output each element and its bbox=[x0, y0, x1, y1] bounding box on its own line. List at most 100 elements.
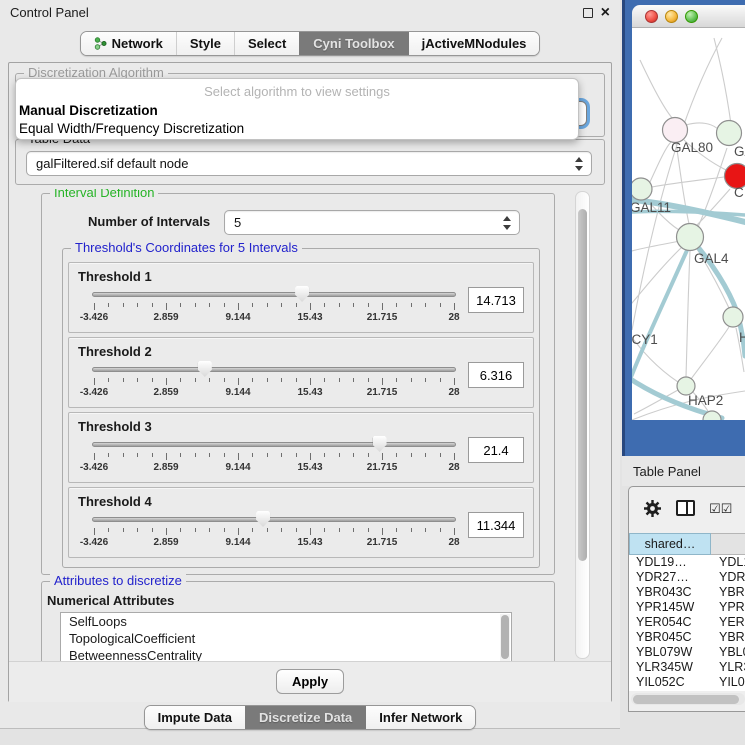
tab-cyni-toolbox[interactable]: Cyni Toolbox bbox=[299, 32, 407, 55]
tab-infer-network[interactable]: Infer Network bbox=[365, 706, 475, 729]
table-horizontal-scrollbar[interactable] bbox=[631, 693, 745, 705]
minimize-traffic-light-icon[interactable] bbox=[665, 10, 678, 23]
scrollbar-thumb[interactable] bbox=[501, 615, 509, 659]
slider-track[interactable] bbox=[92, 442, 456, 447]
table-cell: YDR2 bbox=[711, 570, 745, 585]
threshold-2-slider[interactable]: -3.4262.8599.14415.4321.71528 bbox=[92, 360, 456, 400]
tick-label: 28 bbox=[448, 537, 459, 548]
scrollbar-thumb[interactable] bbox=[633, 695, 739, 704]
column-header-shared-name[interactable]: shared… bbox=[629, 533, 711, 555]
tick-label: -3.426 bbox=[80, 537, 108, 548]
scrollbar-thumb[interactable] bbox=[578, 209, 587, 561]
slider-ticks bbox=[94, 453, 454, 461]
node-gal11[interactable] bbox=[632, 178, 652, 200]
node-ga[interactable] bbox=[717, 121, 742, 146]
table-row[interactable]: YBR045CYBR0 bbox=[629, 630, 745, 645]
tab-impute-data[interactable]: Impute Data bbox=[145, 706, 245, 729]
threshold-3-value-field[interactable] bbox=[468, 437, 524, 463]
dropdown-prompt: Select algorithm to view settings bbox=[16, 82, 578, 102]
threshold-3-slider[interactable]: -3.4262.8599.14415.4321.71528 bbox=[92, 435, 456, 475]
gear-icon[interactable] bbox=[643, 499, 662, 518]
threshold-1-slider[interactable]: -3.4262.8599.14415.4321.71528 bbox=[92, 285, 456, 325]
node-gal80[interactable] bbox=[663, 118, 688, 143]
slider-track[interactable] bbox=[92, 517, 456, 522]
tab-style[interactable]: Style bbox=[176, 32, 234, 55]
table-cell: YDL19… bbox=[629, 555, 711, 570]
slider-ticks bbox=[94, 528, 454, 536]
num-intervals-combobox[interactable]: 5 bbox=[224, 210, 520, 235]
table-row[interactable]: YIL052CYIL0 bbox=[629, 675, 745, 690]
stepper-icon bbox=[503, 216, 512, 230]
node-h[interactable] bbox=[723, 307, 743, 327]
list-item[interactable]: SelfLoops bbox=[61, 613, 511, 630]
table-row[interactable]: YER054CYER0 bbox=[629, 615, 745, 630]
float-window-icon[interactable] bbox=[583, 8, 593, 18]
dropdown-option-manual-discretization[interactable]: Manual Discretization bbox=[16, 102, 578, 120]
table-row[interactable]: YDR27…YDR2 bbox=[629, 570, 745, 585]
tab-discretize-data[interactable]: Discretize Data bbox=[245, 706, 365, 729]
top-tab-bar: Network Style Select Cyni Toolbox jActiv… bbox=[0, 31, 620, 56]
close-traffic-light-icon[interactable] bbox=[645, 10, 658, 23]
bottom-tab-bar: Impute Data Discretize Data Infer Networ… bbox=[0, 705, 620, 730]
network-canvas[interactable]: GAL80 GA C GAL11 GAL4 GCY1 H HAP2 bbox=[632, 28, 745, 420]
table-cell: YDL1 bbox=[711, 555, 745, 570]
table-data-group: Table Data galFiltered.sif default node bbox=[15, 139, 605, 185]
table-row[interactable]: YBL079WYBL0 bbox=[629, 645, 745, 660]
threshold-1-panel: Threshold 1 -3.4262.8599.14415.4321.7152… bbox=[68, 262, 534, 333]
slider-thumb[interactable] bbox=[198, 361, 212, 377]
table-cell: YBL0 bbox=[711, 645, 745, 660]
list-item[interactable]: BetweennessCentrality bbox=[61, 647, 511, 661]
threshold-2-panel: Threshold 2 -3.4262.8599.14415.4321.7152… bbox=[68, 337, 534, 408]
tick-label: 2.859 bbox=[153, 312, 178, 323]
tab-jactivemnodules[interactable]: jActiveMNodules bbox=[408, 32, 540, 55]
list-scrollbar[interactable] bbox=[500, 614, 510, 661]
tick-label: 2.859 bbox=[153, 462, 178, 473]
table-row[interactable]: YBR043CYBR0 bbox=[629, 585, 745, 600]
slider-thumb[interactable] bbox=[256, 511, 270, 527]
threshold-label: Threshold 3 bbox=[69, 413, 533, 435]
select-all-checks-icon[interactable]: ☑☑ bbox=[709, 502, 732, 515]
slider-thumb[interactable] bbox=[295, 286, 309, 302]
threshold-label: Threshold 2 bbox=[69, 338, 533, 360]
thresholds-group: Threshold's Coordinates for 5 Intervals … bbox=[62, 248, 540, 568]
columns-icon[interactable] bbox=[676, 500, 695, 516]
network-nodes bbox=[632, 118, 745, 421]
table-row[interactable]: YLR345WYLR3 bbox=[629, 660, 745, 675]
tick-label: 2.859 bbox=[153, 387, 178, 398]
table-row[interactable]: YPR145WYPR1 bbox=[629, 600, 745, 615]
threshold-1-value-field[interactable] bbox=[468, 287, 524, 313]
panel-scrollbar[interactable] bbox=[575, 191, 590, 659]
tab-label: Cyni Toolbox bbox=[313, 36, 394, 51]
tab-network[interactable]: Network bbox=[81, 32, 176, 55]
app-root: { "control_panel": { "title": "Control P… bbox=[0, 0, 745, 745]
zoom-traffic-light-icon[interactable] bbox=[685, 10, 698, 23]
settings-scroll-viewport: Interval Definition Number of Intervals … bbox=[13, 189, 609, 661]
panel-title: Control Panel bbox=[10, 5, 89, 20]
table-data-combobox[interactable]: galFiltered.sif default node bbox=[26, 151, 592, 176]
threshold-4-value-field[interactable] bbox=[468, 512, 524, 538]
tick-label: 9.144 bbox=[225, 387, 250, 398]
node-gal4[interactable] bbox=[677, 224, 704, 251]
slider-thumb[interactable] bbox=[373, 436, 387, 452]
group-title: Threshold's Coordinates for 5 Intervals bbox=[71, 240, 302, 256]
network-window-titlebar bbox=[632, 5, 745, 28]
slider-scale-labels: -3.4262.8599.14415.4321.71528 bbox=[94, 537, 454, 549]
slider-track[interactable] bbox=[92, 292, 456, 297]
threshold-4-slider[interactable]: -3.4262.8599.14415.4321.71528 bbox=[92, 510, 456, 550]
apply-button[interactable]: Apply bbox=[276, 669, 344, 694]
column-header-name[interactable]: na bbox=[711, 533, 745, 555]
slider-track[interactable] bbox=[92, 367, 456, 372]
dropdown-option-equal-width-frequency[interactable]: Equal Width/Frequency Discretization bbox=[16, 120, 578, 138]
table-cell: YBR045C bbox=[629, 630, 711, 645]
node-label: HAP2 bbox=[688, 393, 723, 408]
threshold-label: Threshold 1 bbox=[69, 263, 533, 285]
list-item[interactable]: TopologicalCoefficient bbox=[61, 630, 511, 647]
slider-ticks bbox=[94, 303, 454, 311]
slider-ticks bbox=[94, 378, 454, 386]
threshold-2-value-field[interactable] bbox=[468, 362, 524, 388]
tab-select[interactable]: Select bbox=[234, 32, 299, 55]
table-row[interactable]: YDL19…YDL1 bbox=[629, 555, 745, 570]
close-icon[interactable]: × bbox=[601, 8, 610, 18]
node-label: GAL11 bbox=[632, 200, 671, 215]
tick-label: 2.859 bbox=[153, 537, 178, 548]
